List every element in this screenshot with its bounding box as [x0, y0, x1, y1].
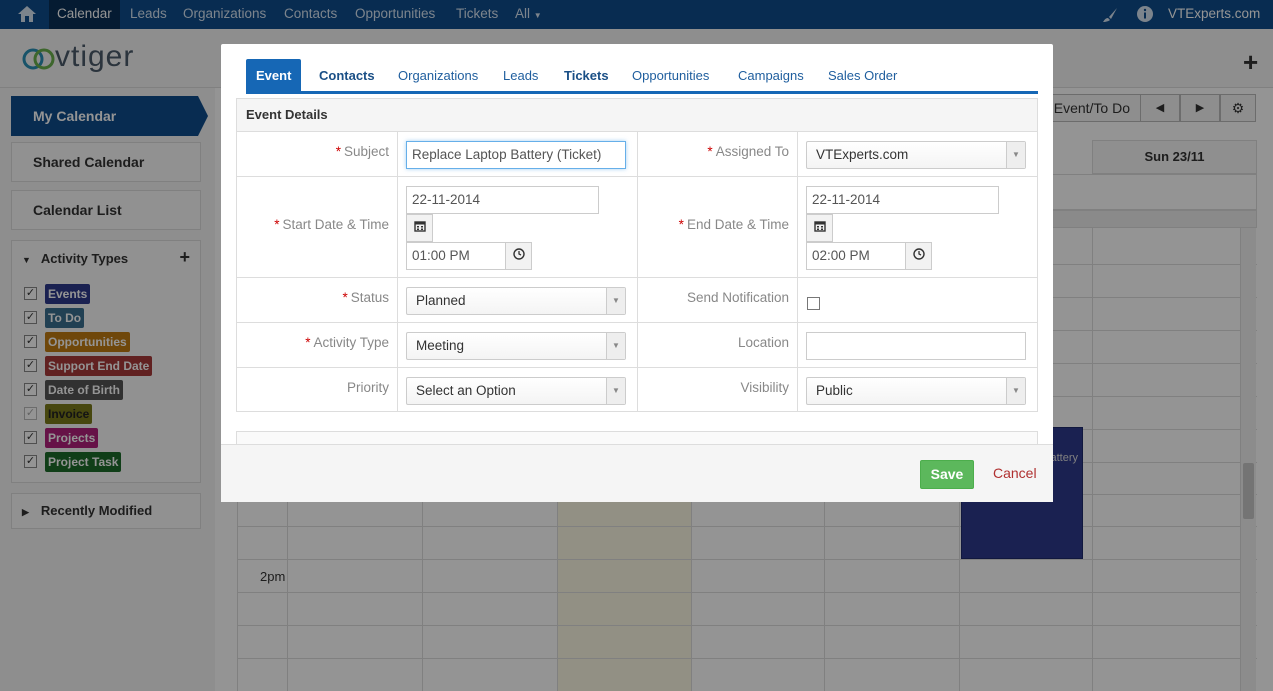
send-notification-checkbox[interactable]: [807, 297, 820, 310]
subject-label: * Subject: [237, 144, 389, 159]
status-label-text: Status: [350, 290, 389, 305]
assigned-to-value: VTExperts.com: [816, 147, 909, 162]
status-value: Planned: [416, 293, 466, 308]
save-button[interactable]: Save: [920, 460, 974, 489]
start-time-input[interactable]: 01:00 PM: [406, 242, 506, 270]
visibility-label: Visibility: [740, 380, 789, 395]
location-input[interactable]: [806, 332, 1026, 360]
clock-icon[interactable]: [505, 242, 532, 270]
tab-event[interactable]: Event: [246, 59, 302, 91]
calendar-icon[interactable]: [806, 214, 833, 242]
column-divider: [637, 132, 638, 412]
tab-sales-order[interactable]: Sales Order: [818, 59, 907, 91]
chevron-down-icon: ▼: [1006, 142, 1025, 168]
assigned-label: * Assigned To: [637, 144, 789, 159]
end-time-input[interactable]: 02:00 PM: [806, 242, 906, 270]
visibility-select[interactable]: Public ▼: [806, 377, 1026, 405]
required-marker: *: [305, 335, 311, 350]
modal-footer: Save Cancel: [221, 444, 1053, 502]
activity-type-value: Meeting: [416, 338, 465, 353]
activity-type-select[interactable]: Meeting ▼: [406, 332, 626, 360]
end-label: * End Date & Time: [637, 217, 789, 232]
priority-select[interactable]: Select an Option ▼: [406, 377, 626, 405]
column-divider: [797, 132, 798, 412]
priority-value: Select an Option: [416, 383, 516, 398]
clock-icon[interactable]: [905, 242, 932, 270]
tab-organizations[interactable]: Organizations: [388, 59, 488, 91]
event-details-form: Event Details * Subject Replace Laptop Ba…: [236, 98, 1038, 412]
related-tabs: Event Contacts Organizations Leads Ticke…: [246, 59, 1038, 94]
calendar-icon[interactable]: [406, 214, 433, 242]
cancel-link[interactable]: Cancel: [993, 465, 1037, 481]
status-select[interactable]: Planned ▼: [406, 287, 626, 315]
chevron-down-icon: ▼: [606, 333, 625, 359]
required-marker: *: [707, 144, 713, 159]
required-marker: *: [678, 217, 684, 232]
quick-create-event-modal: Event Contacts Organizations Leads Ticke…: [221, 44, 1053, 502]
chevron-down-icon: ▼: [606, 378, 625, 404]
location-label: Location: [737, 335, 789, 350]
priority-label: Priority: [346, 380, 389, 395]
required-marker: *: [274, 217, 280, 232]
start-date-input[interactable]: 22-11-2014: [406, 186, 599, 214]
assigned-to-select[interactable]: VTExperts.com ▼: [806, 141, 1026, 169]
tab-tickets[interactable]: Tickets: [554, 59, 619, 91]
subject-label-text: Subject: [343, 144, 389, 159]
tab-campaigns[interactable]: Campaigns: [728, 59, 814, 91]
section-title: Event Details: [237, 99, 1037, 132]
tab-opportunities[interactable]: Opportunities: [622, 59, 719, 91]
column-divider: [397, 132, 398, 412]
subject-input[interactable]: Replace Laptop Battery (Ticket): [406, 141, 626, 169]
assigned-label-text: Assigned To: [715, 144, 789, 159]
start-label: * Start Date & Time: [237, 217, 389, 232]
tab-contacts[interactable]: Contacts: [309, 59, 385, 91]
visibility-value: Public: [816, 383, 853, 398]
status-label: * Status: [237, 290, 389, 305]
activity-type-label: * Activity Type: [237, 335, 389, 350]
chevron-down-icon: ▼: [606, 288, 625, 314]
required-marker: *: [342, 290, 348, 305]
next-section-edge: [236, 431, 1038, 444]
end-label-text: End Date & Time: [686, 217, 789, 232]
send-notification-label: Send Notification: [686, 290, 789, 305]
end-date-input[interactable]: 22-11-2014: [806, 186, 999, 214]
chevron-down-icon: ▼: [1006, 378, 1025, 404]
required-marker: *: [335, 144, 341, 159]
activity-type-label-text: Activity Type: [313, 335, 389, 350]
start-label-text: Start Date & Time: [282, 217, 389, 232]
tab-leads[interactable]: Leads: [493, 59, 548, 91]
